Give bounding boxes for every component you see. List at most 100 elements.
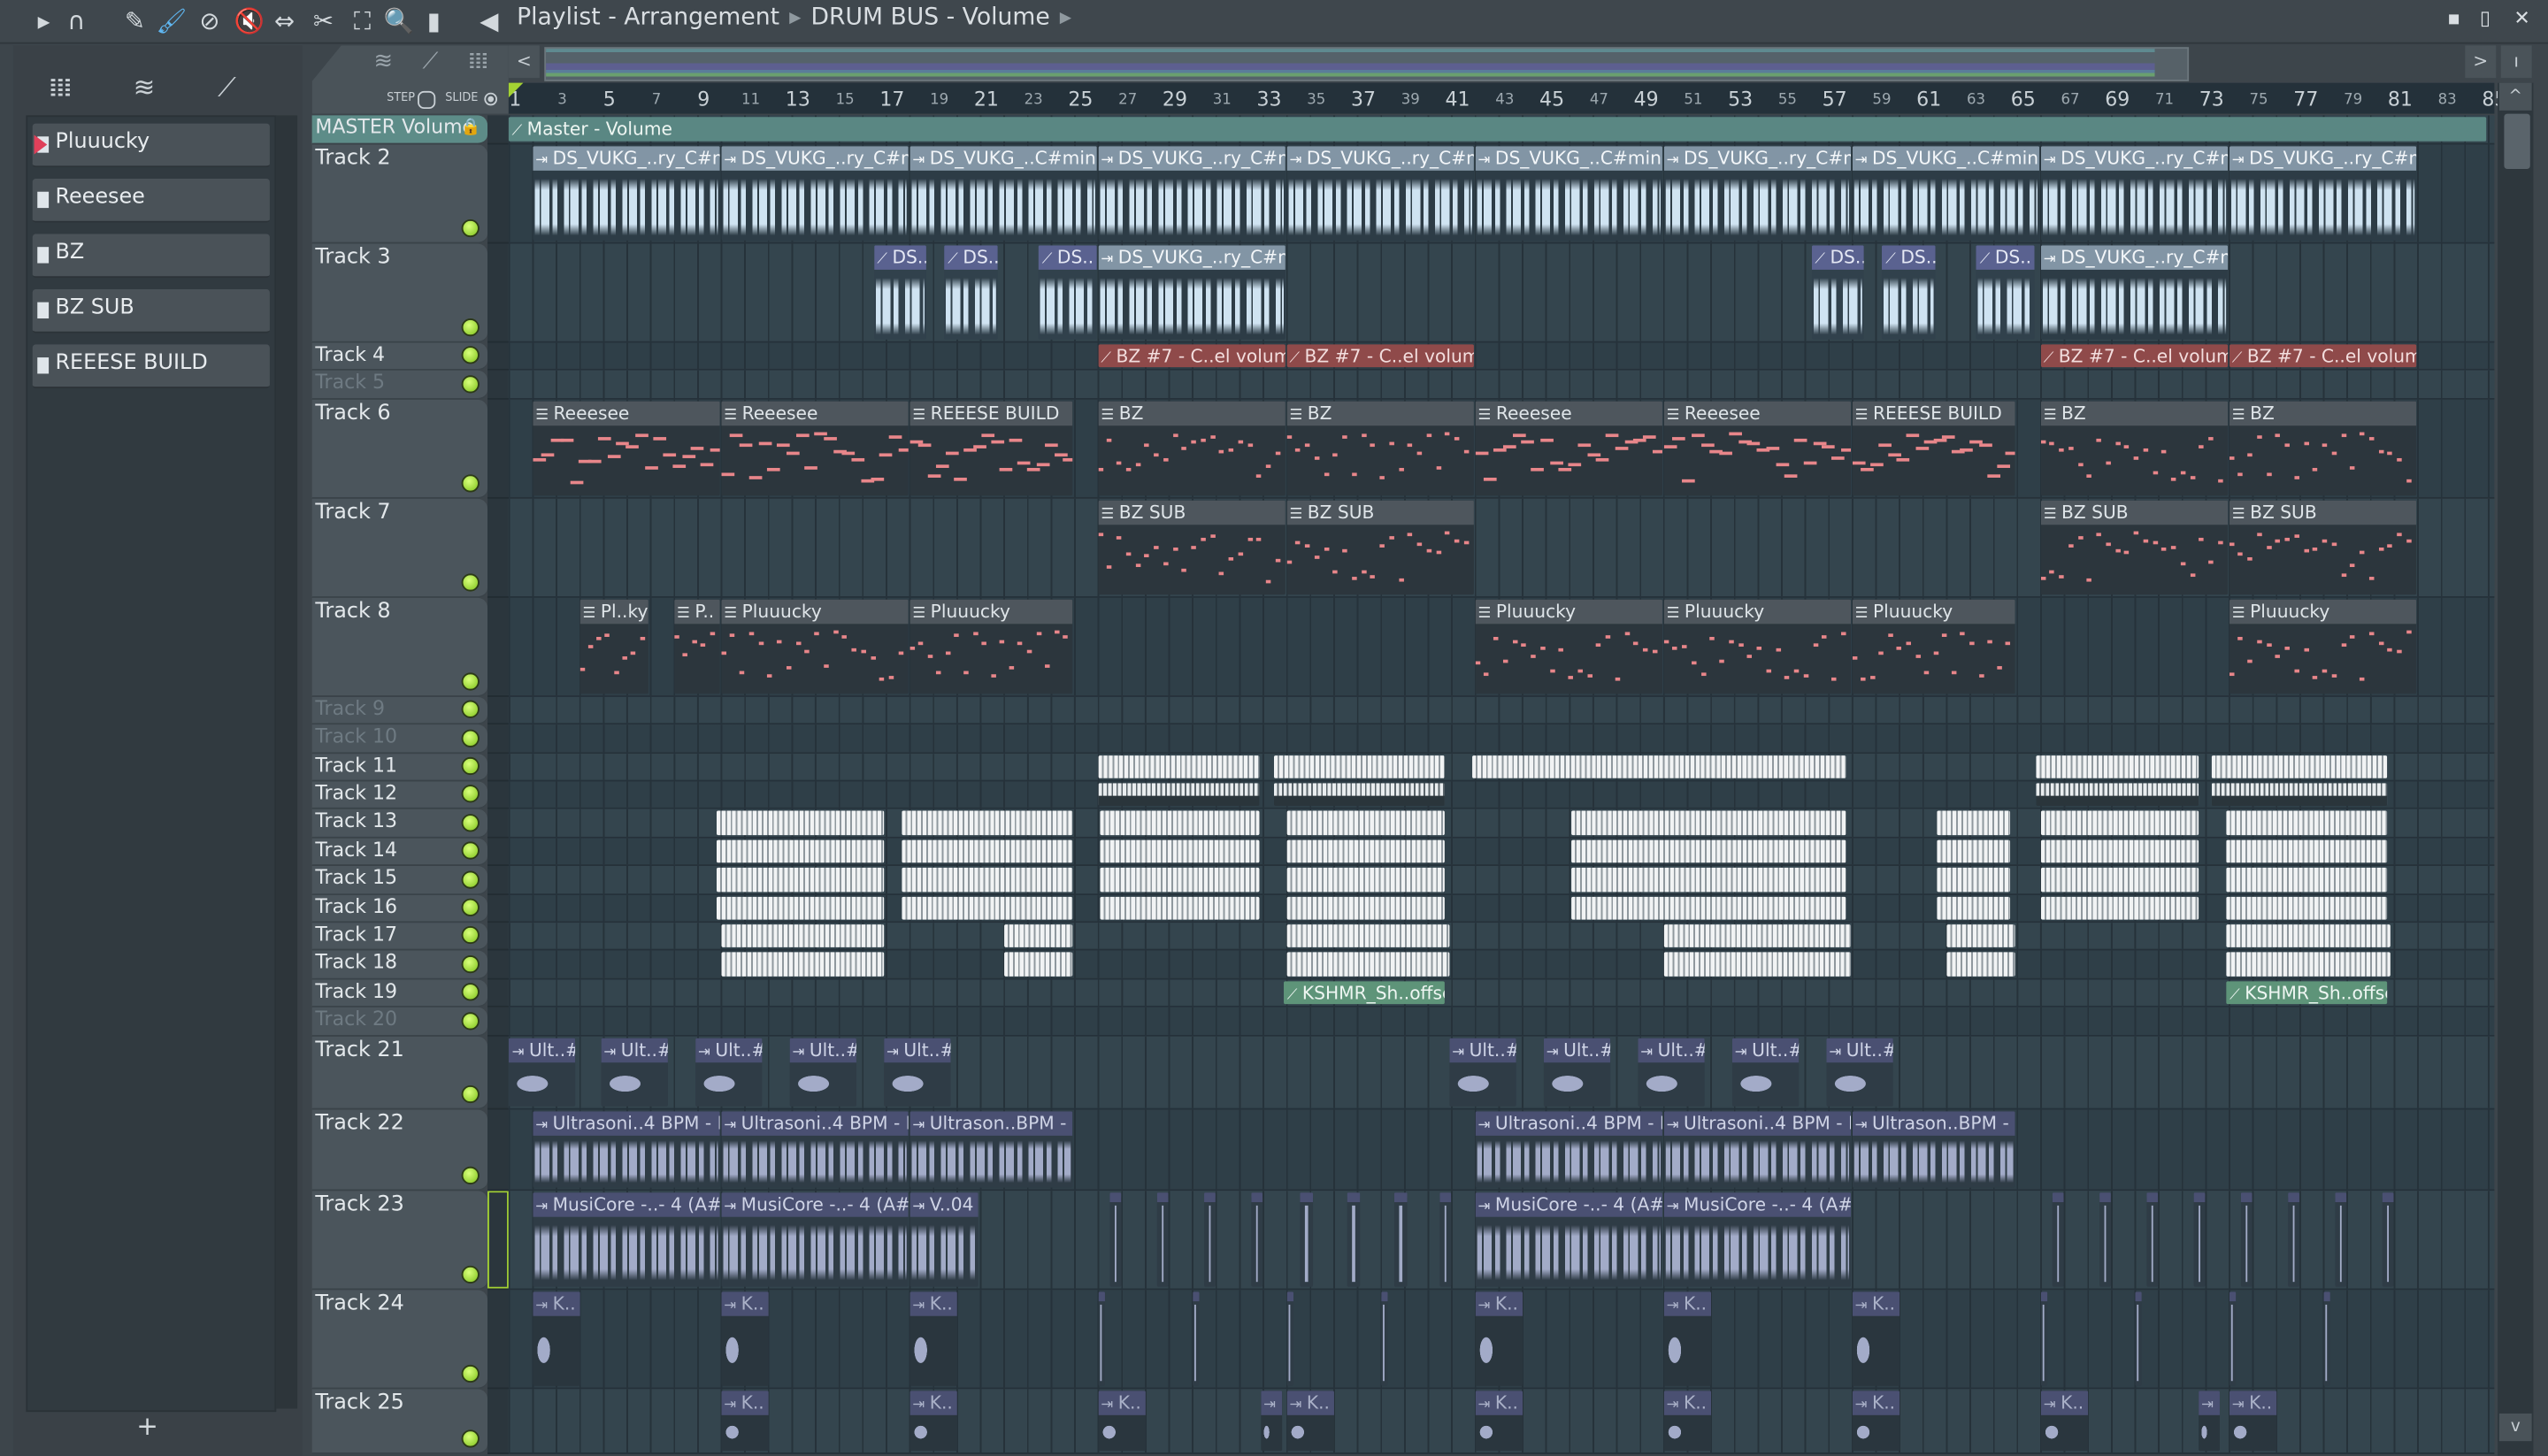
beat-pattern-clip[interactable] [1100, 811, 1259, 835]
track-enable-led[interactable] [461, 813, 480, 832]
track-selector-strip[interactable] [487, 894, 509, 923]
track-header[interactable]: Track 14 [311, 838, 488, 867]
audio-clip[interactable]: ⇥ Ultrasoni..4 BPM - D [1474, 1110, 1662, 1187]
audio-clip[interactable]: ⇥ Ultrasoni..4 BPM - D [532, 1110, 719, 1187]
zoom-handle[interactable]: ı [2500, 45, 2532, 79]
track-enable-led[interactable] [461, 926, 480, 945]
overview-scroll-left-button[interactable]: < [508, 45, 540, 79]
pattern-clip[interactable]: ☰ REEESE BUILD [909, 401, 1073, 495]
track-selector-strip[interactable] [487, 979, 509, 1008]
track-selector-strip[interactable] [487, 243, 509, 343]
slice-icon[interactable]: ✂ [309, 6, 338, 35]
beat-pattern-clip[interactable] [1571, 868, 1846, 892]
track-selector-strip[interactable] [487, 399, 509, 499]
beat-pattern-clip[interactable] [2040, 811, 2199, 835]
pencil-icon[interactable]: ✎ [120, 6, 150, 35]
audio-clip[interactable]: ⇥DS_VUKG_..ry_C#min [2040, 146, 2228, 241]
audio-clip[interactable]: ⇥ Ultrasoni..4 BPM - D [1662, 1110, 1851, 1187]
track-enable-led[interactable] [461, 841, 480, 860]
automation-icon[interactable]: ⟋ [423, 49, 439, 74]
audio-clip[interactable] [1439, 1192, 1453, 1286]
track-lane[interactable]: ⟋DS..⟋DS..⟋DS..⇥DS_VUKG_..ry_C#min⟋DS..⟋… [508, 243, 2495, 343]
beat-pattern-clip[interactable] [1946, 953, 2015, 977]
magnet-snap-icon[interactable]: ∩ [62, 6, 91, 35]
beat-pattern-clip[interactable] [1571, 811, 1846, 835]
track-header[interactable]: Track 8 [311, 597, 488, 697]
beat-pattern-clip[interactable] [1100, 896, 1259, 920]
beat-pattern-clip[interactable] [1003, 924, 1073, 948]
audio-clip[interactable]: ⇥DS_VUKG_..C#min #2 [1851, 146, 2039, 241]
audio-clip[interactable]: ⇥ K.. [2040, 1390, 2089, 1451]
track-enable-led[interactable] [461, 672, 480, 691]
mute-icon[interactable]: 🔇 [234, 6, 264, 35]
close-button[interactable]: ✕ [2513, 6, 2529, 29]
paint-brush-icon[interactable]: 🖌 [156, 6, 187, 35]
beat-pattern-clip[interactable] [1662, 924, 1851, 948]
beat-pattern-clip[interactable] [2212, 783, 2388, 807]
beat-pattern-clip[interactable] [1286, 896, 1446, 920]
track-header[interactable]: Track 21 [311, 1036, 488, 1109]
pattern-clip[interactable]: ☰ Reeesee [1474, 401, 1662, 495]
pattern-clip[interactable]: ☰ BZ [1097, 401, 1285, 495]
track-enable-led[interactable] [461, 1084, 480, 1103]
audio-clip[interactable] [1380, 1291, 1389, 1385]
beat-pattern-clip[interactable] [1286, 811, 1446, 835]
pattern-clip[interactable]: ☰ BZ [1286, 401, 1474, 495]
beat-pattern-clip[interactable] [1936, 868, 2011, 892]
automation-clip[interactable]: ⟋ DS.. [1976, 245, 2034, 340]
track-enable-led[interactable] [461, 346, 480, 365]
channel-button[interactable]: Pluuucky [32, 123, 270, 168]
audio-clip[interactable]: ⇥ Ult..# [883, 1037, 950, 1107]
track-enable-led[interactable] [461, 1166, 480, 1184]
audio-clip[interactable]: ⇥DS_VUKG_..C#min #2 [909, 146, 1096, 241]
beat-pattern-clip[interactable] [1286, 953, 1450, 977]
pattern-clip[interactable]: ☰ Pluuucky [1851, 599, 2015, 694]
beat-pattern-clip[interactable] [1100, 839, 1259, 863]
track-header[interactable]: Track 20 [311, 1008, 488, 1037]
track-enable-led[interactable] [461, 983, 480, 1001]
audio-clip[interactable]: ⇥DS_VUKG_..ry_C#min [720, 146, 908, 241]
audio-clip[interactable]: ⇥ K.. [720, 1390, 769, 1451]
audio-clip[interactable] [2382, 1192, 2395, 1286]
track-enable-led[interactable] [461, 756, 480, 776]
audio-clip[interactable]: ⇥ K.. [532, 1291, 580, 1385]
select-icon[interactable]: ⛶ [348, 6, 377, 35]
track-header[interactable]: Track 25 [311, 1388, 488, 1454]
track-lane[interactable]: ☰ BZ SUB ☰ BZ SUB ☰ BZ SUB ☰ BZ SUB [508, 498, 2495, 598]
beat-pattern-clip[interactable] [2226, 868, 2388, 892]
channel-button[interactable]: Reeesee [32, 179, 270, 223]
track-header[interactable]: Track 12 [311, 781, 488, 810]
track-selector-strip[interactable] [487, 809, 509, 839]
beat-pattern-clip[interactable] [1286, 924, 1450, 948]
track-lane[interactable] [508, 838, 2495, 867]
slip-icon[interactable]: ⇔ [270, 6, 299, 35]
step-toggle[interactable] [418, 90, 436, 110]
track-enable-led[interactable] [461, 318, 480, 337]
track-lane[interactable]: ⇥DS_VUKG_..ry_C#min⇥DS_VUKG_..ry_C#min⇥D… [508, 144, 2495, 244]
audio-clip[interactable]: ⇥ MusiCore -..- 4 (A#) [720, 1192, 908, 1286]
piano-icon[interactable]: 𝍖 [468, 49, 488, 74]
timeline-ruler[interactable]: 1 3 5 7 9 11 13 15 17 19 21 23 25 27 29 31 33 35 37 39 41 43 4… [508, 82, 2506, 114]
track-lane[interactable] [508, 894, 2495, 923]
playback-icon[interactable]: ▮ [419, 6, 449, 35]
track-header[interactable]: Track 4 [311, 342, 488, 372]
audio-clip[interactable]: ⇥ [1260, 1390, 1283, 1451]
audio-clip[interactable] [1286, 1291, 1294, 1385]
track-header[interactable]: Track 16 [311, 894, 488, 923]
track-lane[interactable]: ⇥ Ultrasoni..4 BPM - D ⇥ Ultrasoni..4 BPM -… [508, 1108, 2495, 1191]
track-lane[interactable] [508, 781, 2495, 810]
track-header[interactable]: Track 17 [311, 923, 488, 952]
audio-clip[interactable]: ⇥DS_VUKG_..ry_C#min [1662, 146, 1851, 241]
beat-pattern-clip[interactable] [720, 953, 885, 977]
audio-clip[interactable]: ⇥ Ult..# [695, 1037, 762, 1107]
vertical-scrollbar-thumb[interactable] [2504, 113, 2530, 170]
pattern-clip[interactable]: ☰ Pluuucky [2229, 599, 2416, 694]
minimize-button[interactable]: ▪ [2447, 6, 2460, 29]
automation-clip[interactable]: ⟋ DS.. [1811, 245, 1865, 340]
beat-pattern-clip[interactable] [2035, 783, 2199, 807]
beat-pattern-clip[interactable] [902, 896, 1073, 920]
track-lane[interactable]: ⇥ Ult..# ⇥ Ult..# ⇥ Ult..# ⇥ Ult..# ⇥ Ult..# ⇥ Ult.… [508, 1036, 2495, 1109]
track-lane[interactable]: ⇥ MusiCore -..- 4 (A#) ⇥ MusiCore -..- 4 (A… [508, 1190, 2495, 1290]
track-header[interactable]: Track 9 [311, 696, 488, 725]
track-selector-strip[interactable] [487, 371, 509, 400]
